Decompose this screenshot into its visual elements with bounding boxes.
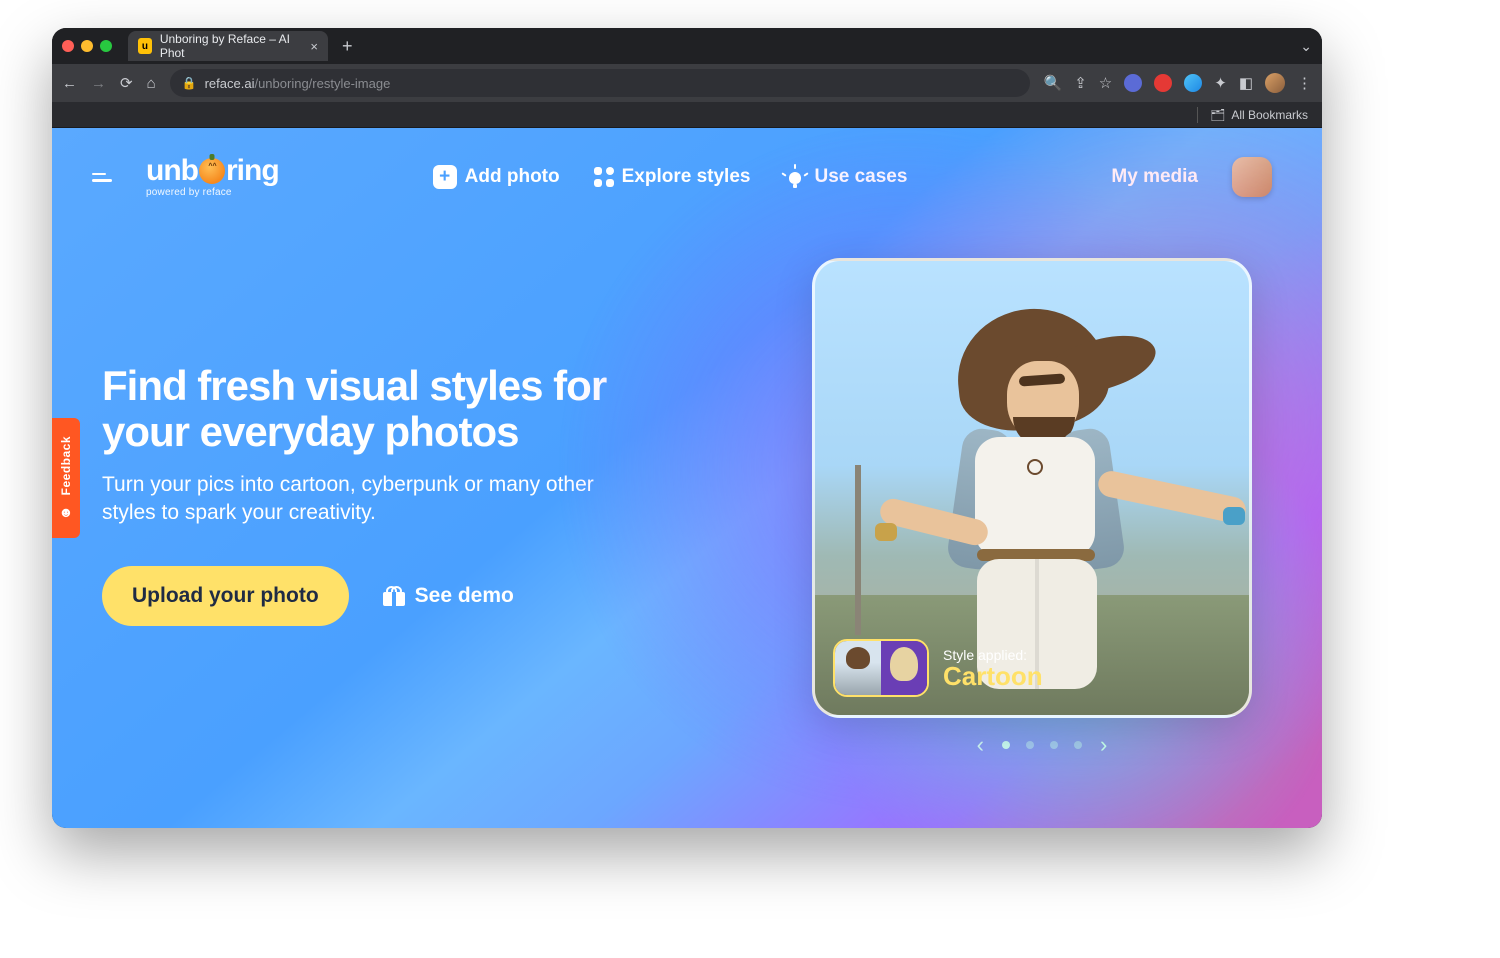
sidepanel-icon[interactable]: ◧	[1239, 74, 1253, 92]
menu-button[interactable]	[92, 173, 112, 182]
minimize-window-icon[interactable]	[81, 40, 93, 52]
folder-icon: 🗂	[1210, 108, 1225, 122]
share-icon[interactable]: ⇪	[1074, 74, 1087, 92]
feedback-tab[interactable]: Feedback ☻	[52, 418, 80, 538]
kebab-menu-icon[interactable]: ⋮	[1297, 74, 1312, 92]
favicon-icon: u	[138, 38, 152, 54]
new-tab-button[interactable]: +	[336, 36, 359, 57]
window-controls[interactable]	[62, 40, 112, 52]
browser-window: u Unboring by Reface – AI Phot × + ⌄ ← →…	[52, 28, 1322, 828]
logo[interactable]: unb ring powered by reface	[146, 156, 279, 198]
see-demo-link[interactable]: See demo	[383, 584, 514, 608]
close-window-icon[interactable]	[62, 40, 74, 52]
lock-icon: 🔒	[182, 76, 197, 90]
tab-strip: u Unboring by Reface – AI Phot × + ⌄	[52, 28, 1322, 64]
style-badge: Style applied: Cartoon	[833, 639, 1043, 697]
lightbulb-icon	[784, 166, 806, 188]
plus-icon: +	[433, 165, 457, 189]
profile-avatar-icon[interactable]	[1265, 73, 1285, 93]
style-preview-card: Style applied: Cartoon	[812, 258, 1252, 718]
thumb-original	[835, 641, 881, 695]
smiley-icon: ☻	[59, 504, 74, 520]
page-content: Feedback ☻ unb ring powered by reface + …	[52, 128, 1322, 828]
extensions-puzzle-icon[interactable]: ✦	[1214, 74, 1227, 92]
upload-photo-button[interactable]: Upload your photo	[102, 566, 349, 626]
gift-icon	[383, 586, 405, 606]
url-text: reface.ai/unboring/restyle-image	[205, 76, 391, 91]
logo-text-right: ring	[226, 156, 279, 186]
feedback-label: Feedback	[59, 436, 73, 495]
style-name: Cartoon	[943, 663, 1043, 689]
tabs-overflow-icon[interactable]: ⌄	[1300, 38, 1312, 55]
see-demo-label: See demo	[415, 584, 514, 608]
extension-icon[interactable]	[1184, 74, 1202, 92]
bookmark-star-icon[interactable]: ☆	[1099, 74, 1112, 92]
back-icon[interactable]: ←	[62, 75, 77, 92]
pumpkin-icon	[199, 158, 225, 184]
before-after-thumbs[interactable]	[833, 639, 929, 697]
nav-add-photo[interactable]: + Add photo	[433, 165, 560, 189]
address-bar[interactable]: 🔒 reface.ai/unboring/restyle-image	[170, 69, 1030, 97]
all-bookmarks-link[interactable]: All Bookmarks	[1231, 108, 1308, 122]
zoom-icon[interactable]: 🔍	[1044, 74, 1063, 92]
logo-text-left: unb	[146, 156, 198, 186]
extension-icon[interactable]	[1124, 74, 1142, 92]
divider	[1197, 107, 1198, 123]
bookmarks-bar: 🗂 All Bookmarks	[52, 102, 1322, 128]
home-icon[interactable]: ⌂	[147, 75, 156, 92]
cartoon-character-illustration	[867, 309, 1197, 679]
forward-icon[interactable]: →	[91, 75, 106, 92]
browser-tab[interactable]: u Unboring by Reface – AI Phot ×	[128, 31, 328, 61]
thumb-styled	[881, 641, 927, 695]
close-tab-icon[interactable]: ×	[310, 39, 318, 54]
grid-icon	[594, 167, 614, 187]
browser-toolbar: ← → ⟳ ⌂ 🔒 reface.ai/unboring/restyle-ima…	[52, 64, 1322, 102]
reload-icon[interactable]: ⟳	[120, 74, 133, 92]
tab-title: Unboring by Reface – AI Phot	[160, 32, 297, 60]
extension-icon[interactable]	[1154, 74, 1172, 92]
maximize-window-icon[interactable]	[100, 40, 112, 52]
logo-tagline: powered by reface	[146, 188, 279, 198]
